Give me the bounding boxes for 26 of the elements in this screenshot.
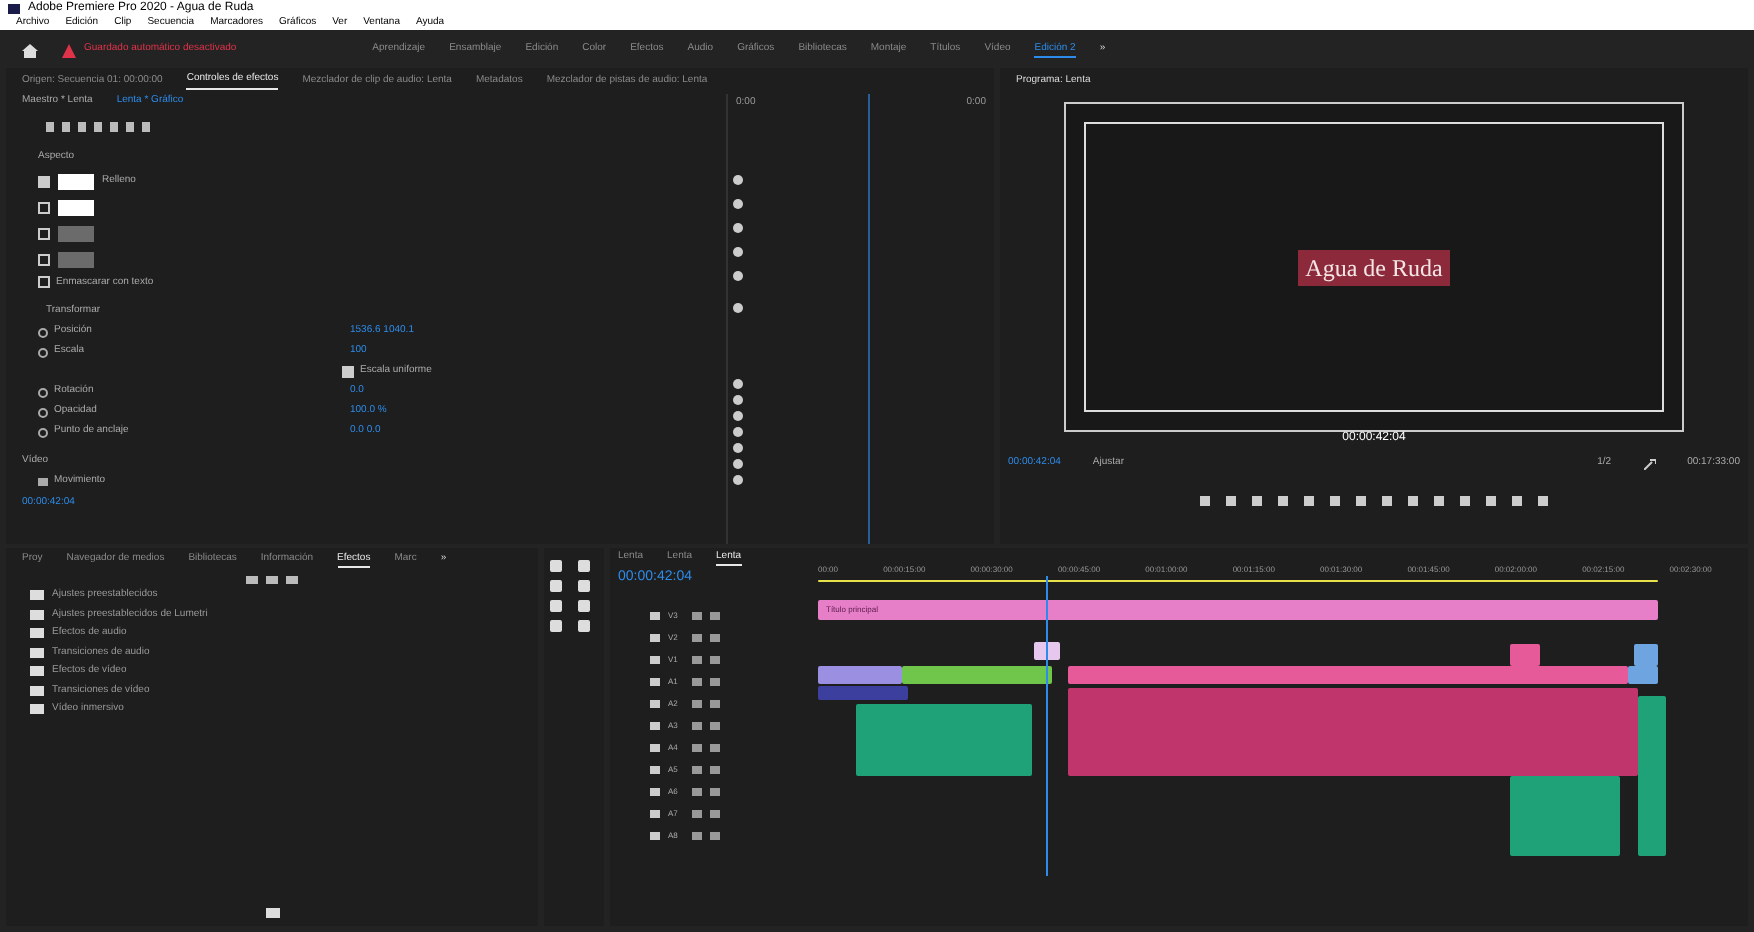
app-logo-icon (8, 3, 20, 13)
video-clip[interactable] (818, 686, 908, 700)
video-clip[interactable] (1510, 644, 1540, 666)
checkbox[interactable] (38, 227, 50, 239)
video-clip[interactable] (1634, 644, 1658, 666)
video-clip[interactable] (902, 666, 1052, 684)
color-swatch[interactable] (58, 199, 94, 215)
graphic-clip[interactable] (1034, 642, 1060, 660)
audio-clip[interactable] (1638, 696, 1666, 856)
checkbox[interactable] (38, 253, 50, 265)
video-title-text: Agua de Ruda (1297, 249, 1451, 285)
color-swatch[interactable] (58, 173, 94, 189)
checkbox[interactable] (38, 276, 50, 289)
color-swatch[interactable] (58, 225, 94, 241)
audio-clip[interactable] (1068, 688, 1638, 776)
video-clip[interactable] (1628, 666, 1658, 684)
checkbox[interactable] (38, 175, 50, 187)
audio-clip[interactable] (856, 704, 1032, 776)
home-icon[interactable] (22, 43, 38, 57)
warning-icon (62, 43, 76, 57)
checkbox[interactable] (342, 366, 354, 378)
checkbox[interactable] (38, 201, 50, 213)
video-clip[interactable] (1068, 666, 1628, 684)
video-clip[interactable] (818, 666, 902, 684)
color-swatch[interactable] (58, 251, 94, 267)
audio-clip[interactable] (1510, 776, 1620, 856)
